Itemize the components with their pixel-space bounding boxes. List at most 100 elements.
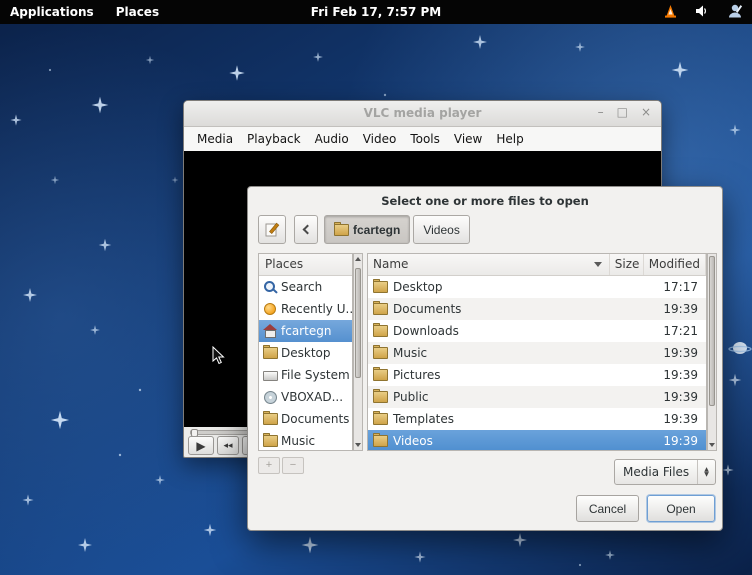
filter-label: Media Files [615,465,697,479]
places-sidebar: Places Search Recently U... fcartegn Des… [258,253,353,451]
breadcrumb: fcartegn Videos [324,215,470,244]
place-label: fcartegn [281,324,331,338]
place-item-recent[interactable]: Recently U... [259,298,352,320]
place-label: Desktop [281,346,331,360]
disc-icon [263,391,277,403]
place-item-home[interactable]: fcartegn [259,320,352,342]
scroll-up-icon[interactable] [355,257,361,261]
breadcrumb-fcartegn[interactable]: fcartegn [324,215,410,244]
open-button[interactable]: Open [647,495,715,522]
scroll-down-icon[interactable] [355,443,361,447]
folder-icon [263,413,277,425]
place-label: Music [281,434,315,448]
place-item-music[interactable]: Music [259,430,352,452]
sort-descending-icon [594,262,602,267]
file-rows: Desktop 17:17 Documents 19:39 Downloads … [368,276,706,451]
breadcrumb-label: fcartegn [353,223,400,237]
drive-icon [263,369,277,381]
menu-video[interactable]: Video [356,132,404,146]
folder-icon [373,413,387,425]
place-label: Documents [281,412,349,426]
home-icon [263,325,277,337]
place-label: VBOXAD... [281,390,343,404]
vlc-titlebar[interactable]: VLC media player – □ × [184,101,661,127]
folder-icon [373,325,387,337]
menu-media[interactable]: Media [190,132,240,146]
place-item-vboxadditions[interactable]: VBOXAD... [259,386,352,408]
column-header-modified[interactable]: Modified [644,254,706,275]
dialog-title: Select one or more files to open [248,194,722,208]
place-item-desktop[interactable]: Desktop [259,342,352,364]
places-header[interactable]: Places [259,254,352,276]
folder-icon [263,347,277,359]
places-scrollbar[interactable] [353,253,363,451]
file-row-documents[interactable]: Documents 19:39 [368,298,706,320]
folder-icon [263,435,277,447]
vlc-menubar: Media Playback Audio Video Tools View He… [184,127,661,151]
place-label: Search [281,280,322,294]
file-row-desktop[interactable]: Desktop 17:17 [368,276,706,298]
breadcrumb-videos[interactable]: Videos [413,215,469,244]
folder-icon [334,224,348,236]
play-button[interactable]: ▶ [188,436,214,455]
folder-icon [373,435,387,447]
close-icon[interactable]: × [641,105,651,119]
clock[interactable]: Fri Feb 17, 7:57 PM [0,5,752,19]
column-header-size[interactable]: Size [610,254,644,275]
folder-icon [373,281,387,293]
minimize-icon[interactable]: – [598,105,604,119]
file-row-templates[interactable]: Templates 19:39 [368,408,706,430]
volume-icon[interactable] [694,3,710,22]
breadcrumb-label: Videos [423,223,459,237]
file-row-videos[interactable]: Videos 19:39 [368,430,706,451]
file-row-pictures[interactable]: Pictures 19:39 [368,364,706,386]
type-location-button[interactable] [258,215,286,244]
scrollbar-thumb[interactable] [709,256,715,406]
bookmark-buttons: + − [258,457,304,474]
file-row-downloads[interactable]: Downloads 17:21 [368,320,706,342]
add-bookmark-button[interactable]: + [258,457,280,474]
combo-arrows-icon: ▲▼ [697,460,715,484]
place-item-documents[interactable]: Documents [259,408,352,430]
back-button[interactable] [294,215,318,244]
menu-view[interactable]: View [447,132,489,146]
pencil-icon [265,222,280,237]
chevron-left-icon [303,225,313,235]
recent-icon [263,303,277,315]
file-list: Name Size Modified Desktop 17:17 Documen… [367,253,707,451]
scrollbar-thumb[interactable] [355,268,361,378]
search-icon [263,281,277,293]
previous-button[interactable]: ◂◂ [217,436,239,455]
user-menu-icon[interactable] [726,3,744,22]
desktop: Applications Places Fri Feb 17, 7:57 PM … [0,0,752,575]
file-list-scrollbar[interactable] [707,253,717,451]
folder-icon [373,347,387,359]
place-label: Recently U... [281,302,352,316]
folder-icon [373,369,387,381]
file-row-music[interactable]: Music 19:39 [368,342,706,364]
window-controls: – □ × [598,105,651,119]
place-item-filesystem[interactable]: File System [259,364,352,386]
vlc-cone-icon[interactable] [663,3,678,22]
remove-bookmark-button[interactable]: − [282,457,304,474]
menu-help[interactable]: Help [489,132,530,146]
column-label: Name [373,254,408,275]
folder-icon [373,391,387,403]
system-tray [663,0,744,24]
vlc-window-title: VLC media player [184,106,661,120]
menu-tools[interactable]: Tools [403,132,447,146]
maximize-icon[interactable]: □ [617,105,628,119]
place-item-search[interactable]: Search [259,276,352,298]
menu-playback[interactable]: Playback [240,132,308,146]
file-row-public[interactable]: Public 19:39 [368,386,706,408]
menu-audio[interactable]: Audio [308,132,356,146]
column-header-name[interactable]: Name [368,254,610,275]
scroll-down-icon[interactable] [709,443,715,447]
mouse-cursor [212,346,226,366]
cancel-button[interactable]: Cancel [576,495,639,522]
place-label: File System [281,368,350,382]
file-list-header: Name Size Modified [368,254,706,276]
file-type-filter-combo[interactable]: Media Files ▲▼ [614,459,716,485]
file-chooser-dialog: Select one or more files to open fcarteg… [247,186,723,531]
folder-icon [373,303,387,315]
